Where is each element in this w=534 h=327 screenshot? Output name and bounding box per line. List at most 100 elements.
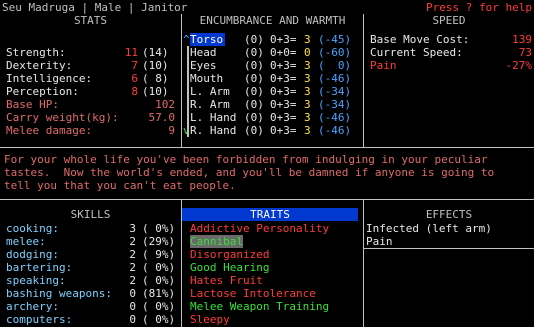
skill-label[interactable]: bashing weapons: xyxy=(6,287,112,300)
stat-current: 8 xyxy=(131,85,138,98)
enc-total: 3 xyxy=(304,85,311,98)
skill-progress: ( 9%) xyxy=(142,248,176,261)
divider xyxy=(0,147,534,148)
enc-calc: 0+3= xyxy=(270,59,297,72)
skill-label[interactable]: melee: xyxy=(6,235,46,248)
body-part-torso[interactable]: Torso xyxy=(190,33,226,46)
trait-item[interactable]: Hates Fruit xyxy=(190,274,263,287)
enc-base: (0) xyxy=(244,98,264,111)
body-part-r-arm[interactable]: R. Arm xyxy=(190,98,230,111)
trait-item[interactable]: Sleepy xyxy=(190,313,230,326)
stat-label: Intelligence: xyxy=(6,72,93,85)
enc-total: 3 xyxy=(304,33,311,46)
skill-level: 0 xyxy=(129,287,136,300)
enc-base: (0) xyxy=(244,124,264,137)
enc-calc: 0+0= xyxy=(270,46,297,59)
enc-base: (0) xyxy=(244,85,264,98)
speed-label: Pain xyxy=(370,59,397,72)
stat-base: ( 8) xyxy=(142,72,169,85)
row-guide xyxy=(187,124,189,137)
row-guide xyxy=(187,59,189,72)
skill-progress: ( 0%) xyxy=(142,274,176,287)
enc-calc: 0+3= xyxy=(270,124,297,137)
enc-total: 0 xyxy=(304,46,311,59)
enc-total: 3 xyxy=(304,124,311,137)
stat-current: 6 xyxy=(131,72,138,85)
trait-item[interactable]: Cannibal xyxy=(190,235,243,248)
warmth: (-34) xyxy=(318,98,352,111)
enc-calc: 0+3= xyxy=(270,111,297,124)
skill-level: 2 xyxy=(129,235,136,248)
skill-label[interactable]: cooking: xyxy=(6,222,59,235)
trait-description: For your whole life you've been forbidde… xyxy=(4,153,495,192)
warmth: (-46) xyxy=(318,72,352,85)
stat-current: 11 xyxy=(124,46,138,59)
derived-label: Carry weight(kg): xyxy=(6,111,119,124)
enc-base: (0) xyxy=(244,72,264,85)
stat-current: 7 xyxy=(131,59,138,72)
effect-item[interactable]: Infected (left arm) xyxy=(366,222,492,235)
trait-item[interactable]: Addictive Personality xyxy=(190,222,329,235)
help-hint[interactable]: Press ? for help xyxy=(426,1,532,14)
stat-base: (14) xyxy=(142,46,169,59)
speed-title: SPEED xyxy=(432,14,466,27)
effect-item[interactable]: Pain xyxy=(366,235,393,248)
skill-level: 2 xyxy=(129,248,136,261)
enc-base: (0) xyxy=(244,33,264,46)
enc-base: (0) xyxy=(244,59,264,72)
body-part-l-arm[interactable]: L. Arm xyxy=(190,85,230,98)
encumbrance-title: ENCUMBRANCE AND WARMTH xyxy=(199,14,346,27)
speed-value: 73 xyxy=(518,46,532,59)
trait-item[interactable]: Disorganized xyxy=(190,248,269,261)
scroll-marker[interactable]: ^ xyxy=(183,33,190,46)
speed-value: 139 xyxy=(512,33,532,46)
traits-title[interactable]: TRAITS xyxy=(182,208,358,221)
warmth: (-60) xyxy=(318,46,352,59)
skill-progress: ( 0%) xyxy=(142,261,176,274)
character-summary: Seu Madruga | Male | Janitor xyxy=(2,1,188,14)
body-part-eyes[interactable]: Eyes xyxy=(190,59,217,72)
derived-value: 9 xyxy=(168,124,175,137)
body-part-l-hand[interactable]: L. Hand xyxy=(190,111,236,124)
skill-level: 3 xyxy=(129,222,136,235)
body-part-mouth[interactable]: Mouth xyxy=(190,72,223,85)
skill-label[interactable]: speaking: xyxy=(6,274,66,287)
stat-label: Dexterity: xyxy=(6,59,73,72)
warmth: (-34) xyxy=(318,85,352,98)
body-part-r-hand[interactable]: R. Hand xyxy=(190,124,236,137)
enc-calc: 0+3= xyxy=(270,85,297,98)
enc-base: (0) xyxy=(244,46,264,59)
divider xyxy=(363,248,534,249)
derived-label: Melee damage: xyxy=(6,124,93,137)
row-guide xyxy=(187,72,189,85)
skill-label[interactable]: computers: xyxy=(6,313,72,326)
enc-total: 3 xyxy=(304,111,311,124)
skill-progress: ( 0%) xyxy=(142,300,176,313)
enc-total: 3 xyxy=(304,98,311,111)
speed-label: Current Speed: xyxy=(370,46,463,59)
trait-item[interactable]: Good Hearing xyxy=(190,261,269,274)
enc-base: (0) xyxy=(244,111,264,124)
divider xyxy=(0,199,534,200)
speed-value: -27% xyxy=(505,59,533,72)
skill-level: 2 xyxy=(129,261,136,274)
skill-level: 2 xyxy=(129,274,136,287)
stat-label: Strength: xyxy=(6,46,66,59)
trait-item[interactable]: Lactose Intolerance xyxy=(190,287,316,300)
body-part-head[interactable]: Head xyxy=(190,46,217,59)
enc-calc: 0+3= xyxy=(270,98,297,111)
warmth: (-46) xyxy=(318,124,352,137)
stats-title: STATS xyxy=(73,14,108,27)
stat-label: Perception: xyxy=(6,85,79,98)
warmth: (-46) xyxy=(318,111,352,124)
divider xyxy=(181,14,182,147)
skill-label[interactable]: bartering: xyxy=(6,261,72,274)
skill-progress: ( 0%) xyxy=(142,222,176,235)
derived-label: Base HP: xyxy=(6,98,59,111)
skills-title: SKILLS xyxy=(70,208,111,221)
skill-label[interactable]: dodging: xyxy=(6,248,59,261)
trait-item[interactable]: Melee Weapon Training xyxy=(190,300,329,313)
divider xyxy=(363,14,364,147)
skill-label[interactable]: archery: xyxy=(6,300,59,313)
warmth: ( 0) xyxy=(318,59,352,72)
